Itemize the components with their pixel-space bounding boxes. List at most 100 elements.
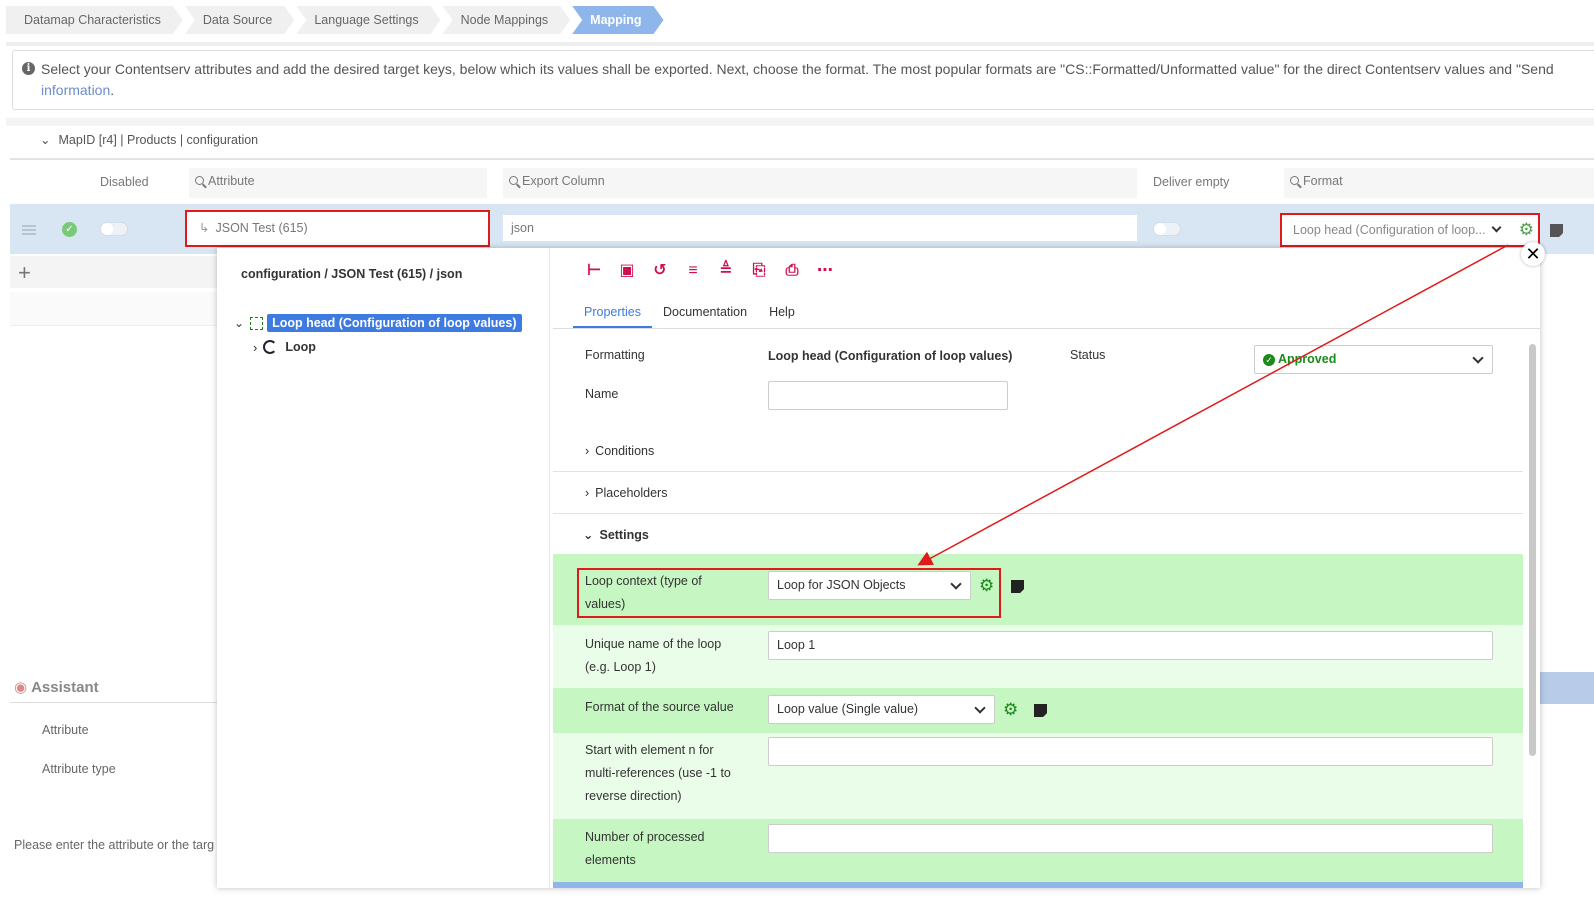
placeholders-label: Placeholders bbox=[595, 486, 668, 500]
formatting-label: Formatting bbox=[585, 348, 645, 362]
selection-icon bbox=[250, 316, 264, 330]
tab-documentation[interactable]: Documentation bbox=[652, 300, 758, 328]
chevron-down-icon: ⌄ bbox=[40, 133, 51, 147]
toolbar: ⊢ ▣ ↺ ≡ ≜ ⎘ ⎙ ⋯ bbox=[585, 262, 834, 280]
gear-icon[interactable]: ⚙ bbox=[1003, 701, 1018, 719]
chevron-down-icon bbox=[950, 578, 962, 590]
export-icon[interactable]: ≡ bbox=[684, 262, 702, 280]
export-column-search[interactable]: Export Column bbox=[503, 168, 1137, 198]
format-source-value: Loop value (Single value) bbox=[777, 702, 919, 716]
info-icon: i bbox=[22, 62, 35, 75]
num-processed-input[interactable] bbox=[768, 824, 1493, 853]
breadcrumb-node-mappings[interactable]: Node Mappings bbox=[443, 6, 571, 34]
deliver-empty-toggle[interactable] bbox=[1153, 222, 1181, 236]
loop-context-value: Loop for JSON Objects bbox=[777, 578, 906, 592]
tree-node-loop[interactable]: › Loop bbox=[253, 337, 316, 357]
chevron-down-icon: ⌄ bbox=[583, 528, 594, 542]
format-select[interactable]: Loop head (Configuration of loop... ⚙ bbox=[1280, 213, 1540, 247]
tree-node-label: Loop head (Configuration of loop values) bbox=[267, 314, 522, 332]
info-link[interactable]: information bbox=[41, 82, 110, 98]
add-row-area bbox=[10, 256, 218, 288]
search-icon bbox=[1290, 176, 1299, 185]
gear-icon[interactable]: ⚙ bbox=[1519, 221, 1534, 239]
tree-node-loop-head[interactable]: ⌄ Loop head (Configuration of loop value… bbox=[234, 313, 522, 333]
attribute-column-label: Attribute bbox=[208, 174, 255, 188]
conditions-label: Conditions bbox=[595, 444, 655, 458]
column-disabled: Disabled bbox=[100, 175, 149, 189]
status-select[interactable]: ✓ Approved bbox=[1254, 345, 1493, 374]
chevron-down-icon bbox=[1472, 352, 1484, 364]
tree-icon[interactable]: ⊢ bbox=[585, 262, 603, 280]
copy-icon[interactable]: ⎘ bbox=[750, 262, 768, 280]
tree-node-label: Loop bbox=[285, 340, 316, 354]
add-icon[interactable]: + bbox=[18, 262, 31, 284]
undo-icon[interactable]: ↺ bbox=[651, 262, 669, 280]
breadcrumb-mapping[interactable]: Mapping bbox=[572, 6, 663, 34]
detail-panel: ⊢ ▣ ↺ ≡ ≜ ⎘ ⎙ ⋯ Properties Documentation… bbox=[553, 248, 1540, 888]
chevron-right-icon: › bbox=[585, 444, 590, 458]
gear-icon[interactable]: ⚙ bbox=[979, 577, 994, 595]
status-label: Status bbox=[1070, 348, 1106, 362]
breadcrumb-data-source[interactable]: Data Source bbox=[185, 6, 294, 34]
export-column-field[interactable]: json bbox=[503, 215, 1137, 241]
info-tail: . bbox=[110, 82, 115, 98]
loop-context-select[interactable]: Loop for JSON Objects bbox=[768, 571, 971, 600]
mapid-header[interactable]: ⌄ MapID [r4] | Products | configuration bbox=[40, 132, 258, 147]
tab-properties[interactable]: Properties bbox=[573, 300, 652, 328]
export-column-label: Export Column bbox=[522, 174, 605, 188]
divider bbox=[553, 513, 1523, 514]
settings-section[interactable]: ⌄ Settings bbox=[583, 527, 649, 542]
drag-handle-icon[interactable] bbox=[22, 225, 36, 237]
divider bbox=[6, 42, 1594, 46]
num-processed-label: Number of processed elements bbox=[585, 830, 705, 867]
start-with-input[interactable] bbox=[768, 737, 1493, 766]
check-circle-icon: ✓ bbox=[62, 222, 77, 237]
close-icon[interactable]: ✕ bbox=[1521, 242, 1545, 266]
format-source-select[interactable]: Loop value (Single value) bbox=[768, 695, 995, 724]
note-icon[interactable] bbox=[1011, 580, 1024, 593]
reference-arrow-icon: ↳ bbox=[199, 221, 210, 235]
search-icon bbox=[195, 176, 204, 185]
start-with-label: Start with element n for multi-reference… bbox=[585, 743, 731, 803]
divider bbox=[6, 118, 1594, 126]
info-box: i Select your Contentserv attributes and… bbox=[12, 50, 1594, 110]
more-icon[interactable]: ⋯ bbox=[816, 262, 834, 280]
column-deliver-empty: Deliver empty bbox=[1153, 175, 1230, 189]
assistant-title-label: Assistant bbox=[31, 679, 99, 696]
name-input[interactable] bbox=[768, 381, 1008, 410]
tab-help[interactable]: Help bbox=[758, 300, 806, 328]
tree-title: configuration / JSON Test (615) / json bbox=[241, 267, 463, 281]
tab-bar: Properties Documentation Help bbox=[573, 300, 806, 328]
assistant-title: ◉ Assistant bbox=[14, 678, 99, 696]
divider bbox=[10, 702, 218, 703]
disabled-toggle[interactable] bbox=[100, 222, 128, 236]
owl-icon: ◉ bbox=[14, 679, 28, 696]
breadcrumb-datamap-characteristics[interactable]: Datamap Characteristics bbox=[6, 6, 183, 34]
chevron-down-icon[interactable]: ⌄ bbox=[234, 316, 244, 330]
paste-icon[interactable]: ⎙ bbox=[783, 262, 801, 280]
format-search[interactable]: Format bbox=[1284, 168, 1594, 198]
name-label: Name bbox=[585, 387, 619, 401]
chevron-right-icon: › bbox=[585, 486, 590, 500]
divider bbox=[10, 158, 1594, 160]
attribute-search[interactable]: Attribute bbox=[189, 168, 487, 198]
check-circle-icon: ✓ bbox=[1263, 353, 1275, 366]
scrollbar-thumb[interactable] bbox=[1529, 344, 1536, 756]
divider bbox=[10, 292, 218, 326]
placeholders-section[interactable]: › Placeholders bbox=[585, 486, 667, 500]
conditions-section[interactable]: › Conditions bbox=[585, 444, 654, 458]
import-icon[interactable]: ≜ bbox=[717, 262, 735, 280]
save-icon[interactable]: ▣ bbox=[618, 262, 636, 280]
divider bbox=[553, 328, 1540, 329]
settings-label: Settings bbox=[599, 528, 649, 542]
chevron-down-icon bbox=[1491, 222, 1502, 233]
assistant-attribute-type-label: Attribute type bbox=[42, 762, 116, 776]
tree-panel: configuration / JSON Test (615) / json ⌄… bbox=[217, 248, 550, 888]
assistant-hint: Please enter the attribute or the targ bbox=[14, 838, 215, 852]
status-value: Approved bbox=[1278, 352, 1337, 366]
loop-context-label: Loop context (type of values) bbox=[585, 574, 702, 611]
breadcrumb-language-settings[interactable]: Language Settings bbox=[296, 6, 440, 34]
unique-name-input[interactable]: Loop 1 bbox=[768, 631, 1493, 660]
chevron-right-icon[interactable]: › bbox=[253, 340, 257, 355]
attribute-field[interactable]: ↳ JSON Test (615) bbox=[185, 210, 490, 247]
